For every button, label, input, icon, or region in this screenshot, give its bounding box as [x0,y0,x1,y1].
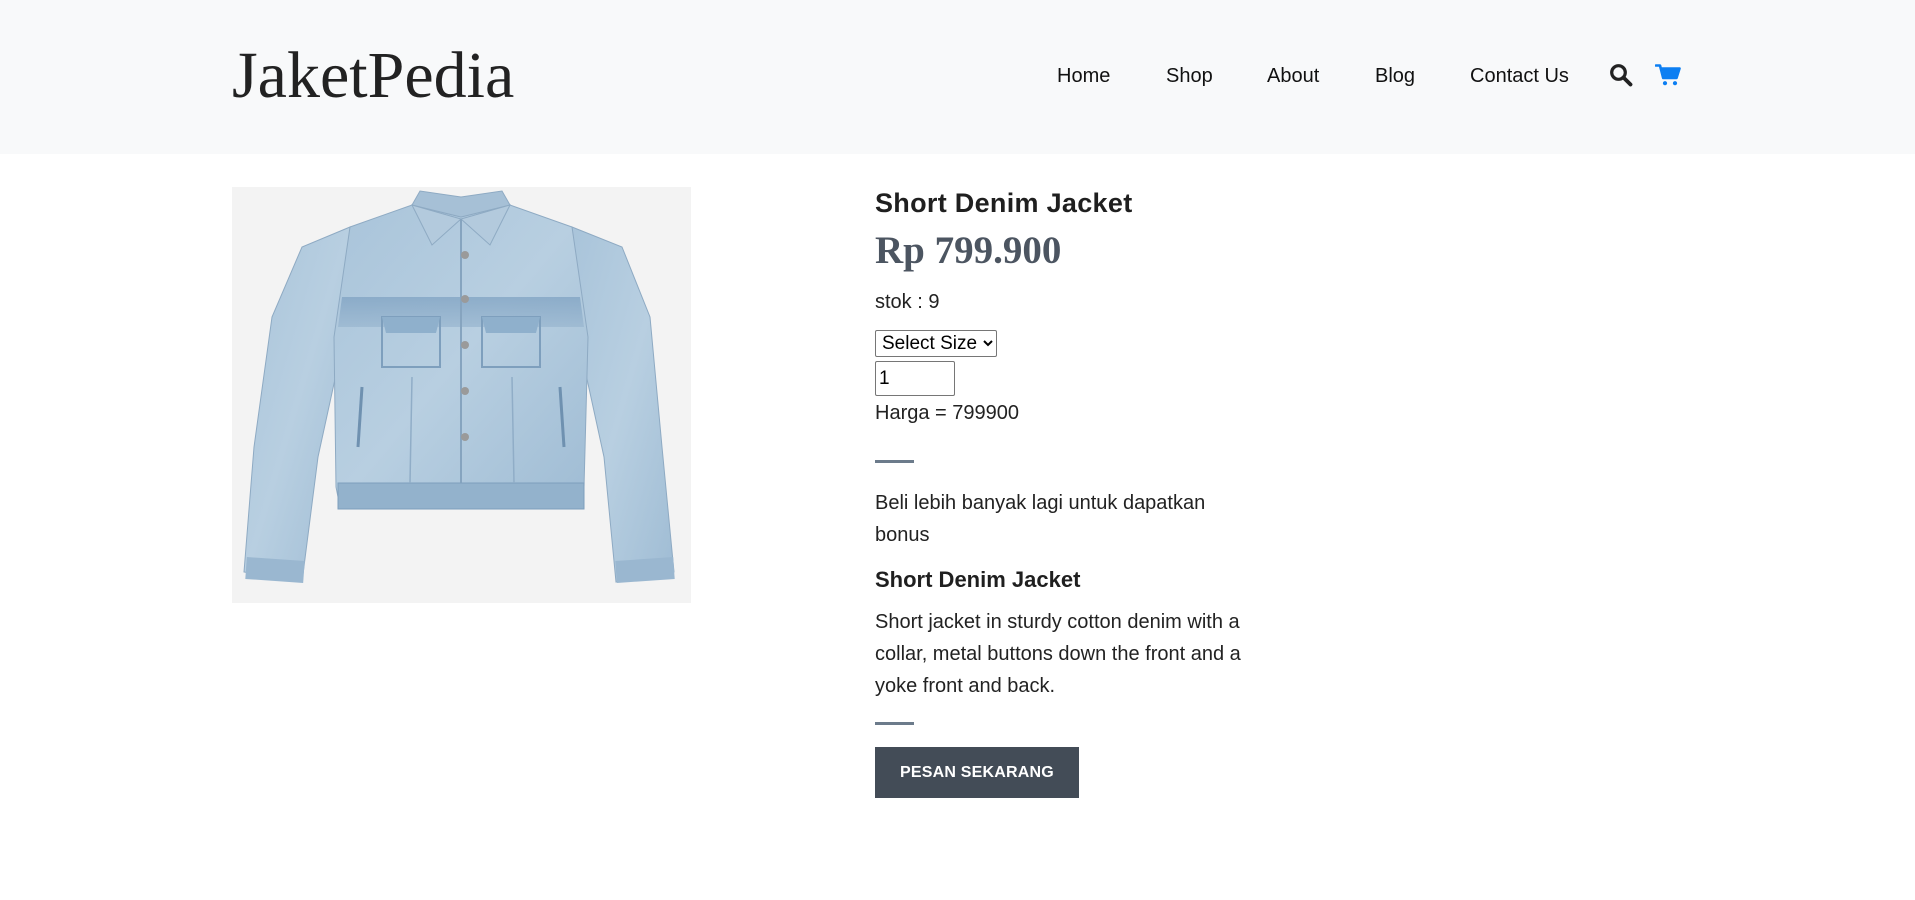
nav-shop[interactable]: Shop [1166,62,1213,90]
stock-info: stok : 9 [875,291,940,313]
order-now-button[interactable]: PESAN SEKARANG [875,747,1079,798]
nav-blog[interactable]: Blog [1375,62,1415,90]
search-icon [1610,64,1633,87]
product-description: Short jacket in sturdy cotton denim with… [875,611,1241,697]
product-price: Rp 799.900 [875,229,1062,272]
quantity-input[interactable] [875,361,955,396]
size-select[interactable]: Select Size [875,330,997,357]
nav-home[interactable]: Home [1057,62,1110,90]
site-header: JaketPedia Home Shop About Blog Contact … [0,0,1915,154]
divider [875,722,914,725]
nav-about[interactable]: About [1267,62,1319,90]
bonus-text: Beli lebih banyak lagi untuk dapatkan bo… [875,492,1206,546]
total-price-line: Harga = 799900 [875,402,1020,424]
product-image [232,187,691,603]
description-title: Short Denim Jacket [875,567,1081,592]
product-title: Short Denim Jacket [875,188,1133,218]
divider [875,460,914,463]
brand-logo[interactable]: JaketPedia [232,36,514,116]
nav-contact-us[interactable]: Contact Us [1470,62,1569,90]
cart-button[interactable] [1653,60,1683,90]
product-details: Short Denim Jacket Rp 799.900 stok : 9 S… [875,186,1255,798]
denim-jacket-photo [232,187,691,603]
shopping-cart-icon [1655,64,1681,86]
search-button[interactable] [1606,60,1636,90]
